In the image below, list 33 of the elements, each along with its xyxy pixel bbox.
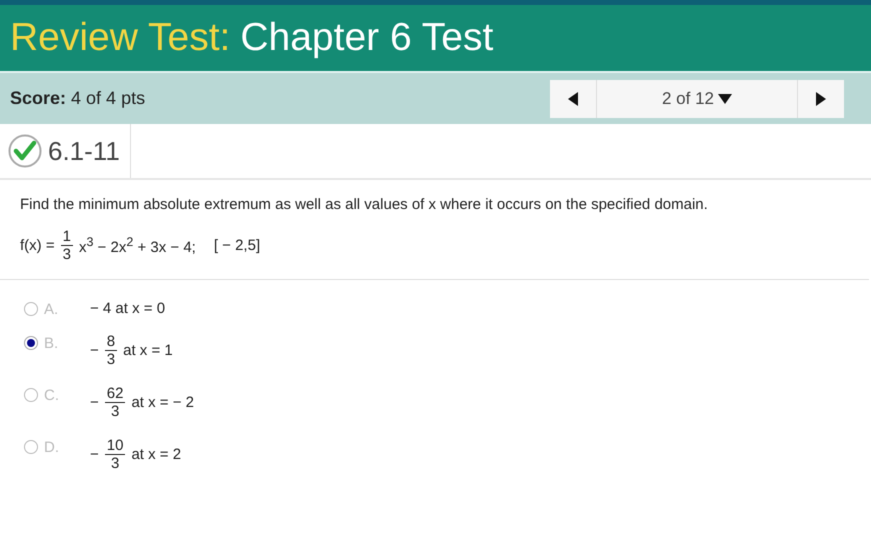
previous-button[interactable]	[550, 80, 596, 118]
next-button[interactable]	[798, 80, 844, 118]
answer-text: −	[90, 342, 99, 359]
option-letter: A.	[44, 300, 58, 318]
right-triangle-icon	[816, 92, 826, 106]
option-letter: C.	[44, 386, 59, 404]
option-letter: D.	[44, 438, 59, 456]
question-dropdown[interactable]: 2 of 12	[596, 80, 798, 118]
test-title: Chapter 6 Test	[240, 16, 494, 60]
formula-text: [ − 2,5]	[214, 236, 260, 254]
radio-button[interactable]	[24, 302, 38, 316]
answer-text: −	[90, 394, 99, 411]
score-text: Score: 4 of 4 pts	[10, 88, 146, 109]
answer-text: at x = 2	[131, 446, 182, 463]
fraction: 62 3	[104, 386, 126, 419]
formula-text: f(x) =	[20, 236, 55, 254]
radio-button[interactable]	[24, 388, 38, 402]
fraction: 8 3	[104, 334, 118, 367]
page-title-prefix: Review Test:	[10, 16, 230, 60]
answer-text: at x = − 2	[131, 394, 194, 411]
radio-button[interactable]	[24, 336, 38, 350]
answer-text: − 4 at x = 0	[90, 300, 166, 317]
question-number: 6.1-11	[48, 136, 120, 166]
answer-text: −	[90, 446, 99, 463]
left-triangle-icon	[568, 92, 578, 106]
fraction: 1 3	[60, 228, 73, 262]
formula-text: x$^{3}$ − 2x$^{2}$ + 3x − 4;	[78, 234, 196, 256]
answer-text: at x = 1	[123, 342, 173, 359]
option-letter: B.	[44, 334, 58, 352]
fraction: 10 3	[104, 438, 126, 471]
radio-button[interactable]	[24, 440, 38, 454]
question-prompt: Find the minimum absolute extremum as well as all values of x where it occurs on the specified domain.	[20, 196, 709, 213]
dropdown-triangle-icon	[718, 94, 732, 104]
